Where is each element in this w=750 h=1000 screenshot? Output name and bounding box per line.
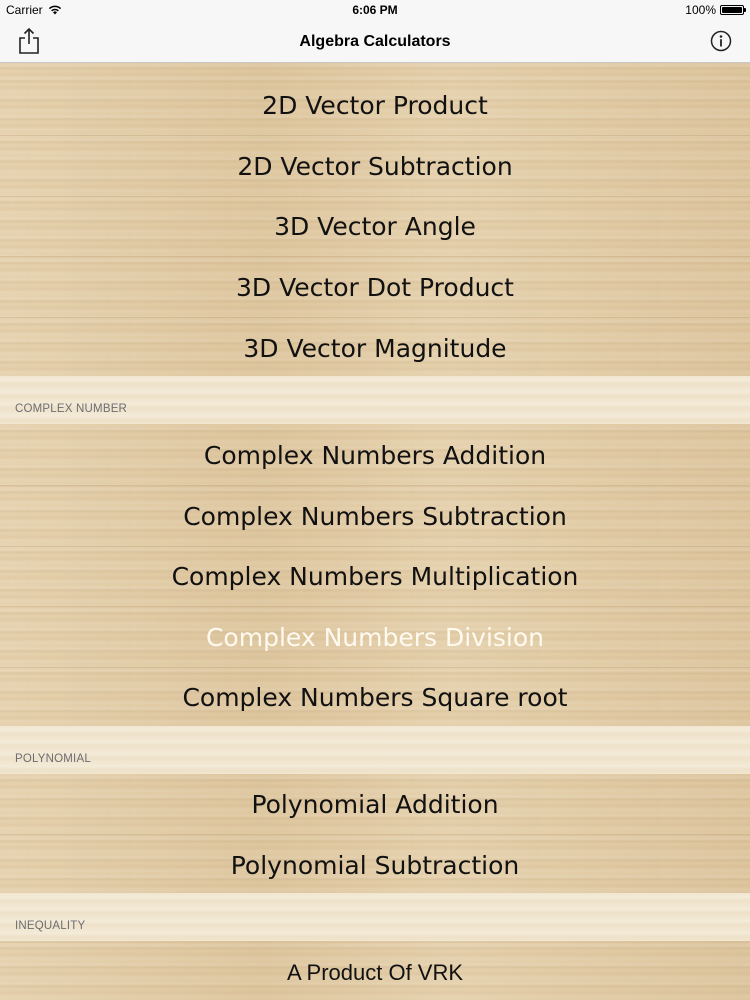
- section-header-complex-number: COMPLEX NUMBER: [0, 376, 750, 424]
- list-item[interactable]: Complex Numbers Square root: [0, 668, 750, 728]
- list-item[interactable]: Complex Numbers Multiplication: [0, 547, 750, 607]
- calculator-list[interactable]: 2D Vector Product 2D Vector Subtraction …: [0, 63, 750, 1000]
- info-icon[interactable]: [710, 30, 732, 52]
- list-item[interactable]: Polynomial Addition: [0, 775, 750, 835]
- list-item[interactable]: 2D Vector Subtraction: [0, 137, 750, 197]
- list-item[interactable]: 3D Vector Angle: [0, 197, 750, 257]
- section-header-inequality: INEQUALITY: [0, 893, 750, 941]
- list-item-clipped: [0, 63, 750, 69]
- page-title: Algebra Calculators: [299, 33, 451, 50]
- vrk-product-link[interactable]: A Product Of VRK: [0, 943, 750, 1000]
- battery-icon: [720, 5, 746, 15]
- list-item[interactable]: Polynomial Subtraction: [0, 836, 750, 896]
- list-item[interactable]: 2D Vector Product: [0, 76, 750, 136]
- list-item[interactable]: 3D Vector Dot Product: [0, 258, 750, 318]
- status-time: 6:06 PM: [352, 3, 398, 17]
- battery-fill: [722, 7, 742, 13]
- list-item-selected[interactable]: Complex Numbers Division: [0, 608, 750, 668]
- battery-percent: 100%: [685, 3, 716, 17]
- status-right: 100%: [685, 3, 746, 17]
- navigation-bar: Algebra Calculators: [0, 22, 750, 63]
- list-item[interactable]: 3D Vector Magnitude: [0, 319, 750, 379]
- status-bar: Carrier 6:06 PM 100%: [0, 0, 750, 22]
- list-item[interactable]: Complex Numbers Subtraction: [0, 487, 750, 547]
- section-header-polynomial: POLYNOMIAL: [0, 726, 750, 774]
- list-item[interactable]: Complex Numbers Addition: [0, 426, 750, 486]
